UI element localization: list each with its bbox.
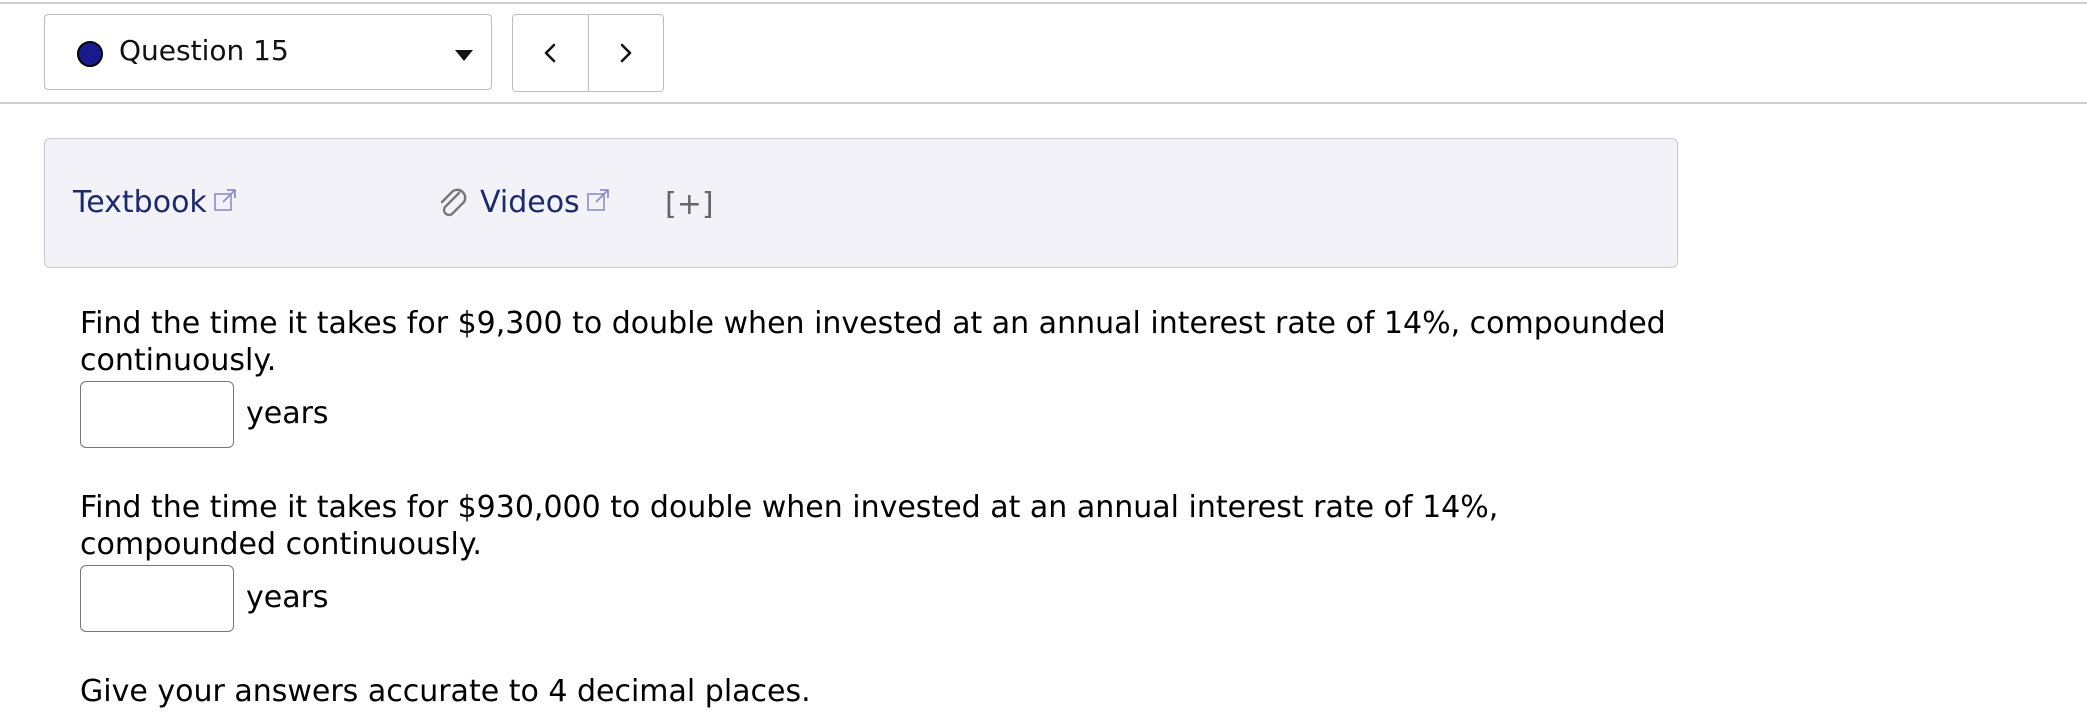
question-selector-label: Question 15	[119, 34, 289, 67]
expand-resources-button[interactable]: [+]	[665, 185, 714, 225]
chevron-right-icon	[620, 43, 632, 63]
answer-instructions: Give your answers accurate to 4 decimal …	[80, 674, 811, 709]
videos-link-label: Videos	[480, 185, 580, 220]
textbook-link[interactable]: Textbook	[73, 183, 239, 223]
question-status-dot	[77, 41, 103, 67]
question-selector[interactable]: Question 15	[44, 14, 492, 90]
external-link-icon	[586, 189, 609, 211]
next-question-button[interactable]	[587, 15, 664, 91]
videos-link[interactable]: Videos	[480, 183, 612, 223]
question-text-2: Find the time it takes for $930,000 to d…	[80, 490, 1499, 562]
answer-unit-2: years	[246, 580, 329, 615]
answer-input-2[interactable]	[80, 565, 234, 632]
header-divider	[0, 102, 2087, 104]
paperclip-icon	[440, 188, 467, 217]
answer-unit-1: years	[246, 396, 329, 431]
previous-question-button[interactable]	[513, 15, 588, 91]
external-link-icon	[214, 189, 236, 211]
question-text-1: Find the time it takes for $9,300 to dou…	[80, 306, 1666, 378]
chevron-left-icon	[544, 43, 556, 63]
dropdown-caret-icon	[455, 50, 473, 61]
resources-panel: Textbook Videos [+]	[44, 138, 1678, 268]
question-nav-buttons	[512, 14, 664, 92]
top-divider	[0, 2, 2087, 4]
answer-input-1[interactable]	[80, 381, 234, 448]
textbook-link-label: Textbook	[73, 185, 207, 220]
